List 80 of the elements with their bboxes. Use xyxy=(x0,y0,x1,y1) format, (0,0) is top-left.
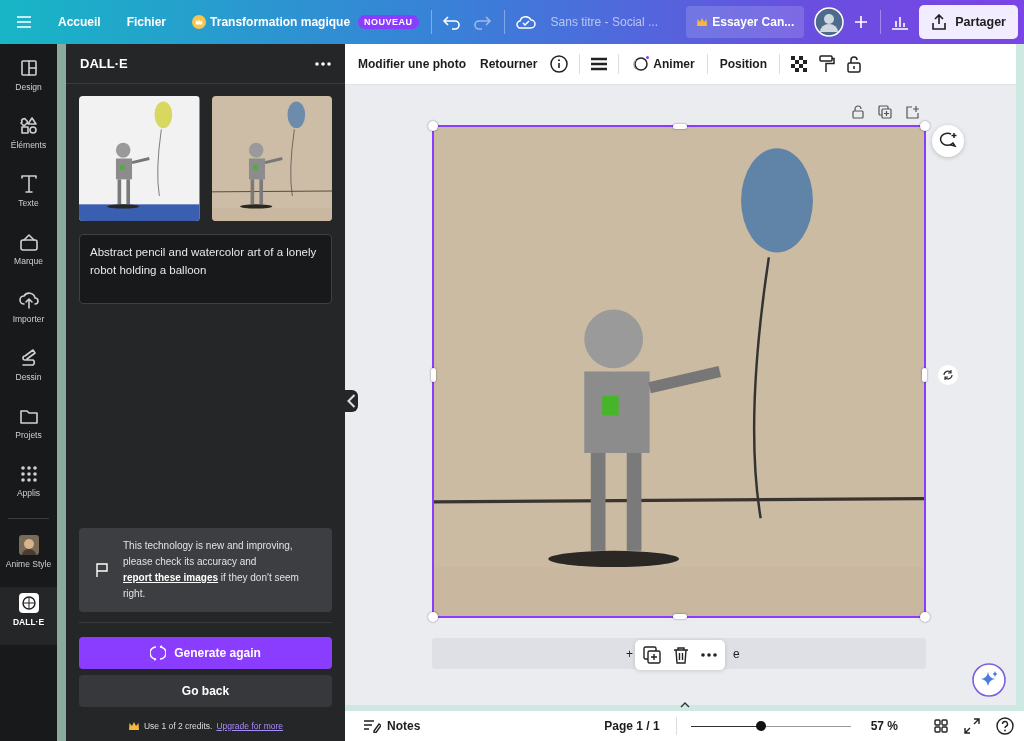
rail-item[interactable]: Texte xyxy=(0,168,57,226)
text-icon xyxy=(18,174,39,194)
magic-link[interactable]: Transformation magique xyxy=(192,15,351,29)
upload-icon xyxy=(18,290,39,310)
rail-item[interactable]: DALL·E xyxy=(0,587,57,645)
resize-handle[interactable] xyxy=(920,612,930,622)
more-icon[interactable] xyxy=(315,61,331,66)
report-link[interactable]: report these images xyxy=(123,572,219,583)
rail-item[interactable]: Importer xyxy=(0,284,57,342)
go-back-button[interactable]: Go back xyxy=(79,675,332,707)
transparency-icon[interactable] xyxy=(791,56,807,72)
animate-icon xyxy=(631,56,650,72)
prompt-field[interactable]: Abstract pencil and watercolor art of a lonely robot holding a balloon xyxy=(79,234,332,304)
crown-icon xyxy=(127,721,140,731)
rail-item[interactable]: Éléments xyxy=(0,110,57,168)
trash-icon[interactable] xyxy=(673,646,689,664)
new-badge: NOUVEAU xyxy=(358,15,419,29)
edit-photo-button[interactable]: Modifier une photo xyxy=(351,57,473,71)
lock-icon[interactable] xyxy=(847,55,861,73)
avatar-icon[interactable] xyxy=(814,7,845,37)
undo-icon[interactable] xyxy=(441,14,462,30)
flag-icon xyxy=(95,562,109,578)
try-pro-button[interactable]: Essayer Can... xyxy=(686,6,805,38)
page-indicator[interactable]: Page 1 / 1 xyxy=(598,718,666,734)
add-page-text: + xyxy=(626,646,633,661)
crown-icon xyxy=(192,15,207,29)
flip-button[interactable]: Retourner xyxy=(473,57,545,71)
thumbnail-icon xyxy=(18,535,39,555)
share-icon xyxy=(931,14,948,30)
fullscreen-icon[interactable] xyxy=(964,718,980,734)
notes-button[interactable]: Notes xyxy=(357,718,427,734)
comment-add-icon[interactable] xyxy=(932,125,964,157)
crown-icon xyxy=(696,17,709,27)
rail-item[interactable]: Applis xyxy=(0,458,57,516)
zoom-percent[interactable]: 57 % xyxy=(870,719,898,733)
resize-handle[interactable] xyxy=(920,121,930,131)
position-button[interactable]: Position xyxy=(712,57,774,71)
add-page-text: e xyxy=(733,646,740,661)
notice-text: This technology is new and improving, please check its accuracy and report these images if they don't seem right. xyxy=(123,539,300,601)
notes-icon xyxy=(363,719,381,733)
rail-item[interactable]: Marque xyxy=(0,226,57,284)
resize-handle[interactable] xyxy=(428,121,438,131)
add-page-icon[interactable] xyxy=(906,105,920,119)
shapes-icon xyxy=(18,116,39,136)
grid-view-icon[interactable] xyxy=(934,719,948,733)
duplicate-icon[interactable] xyxy=(643,646,661,664)
resize-handle[interactable] xyxy=(673,124,687,129)
help-icon[interactable] xyxy=(996,717,1014,735)
animate-button[interactable]: Animer xyxy=(624,56,702,72)
credits-text: Use 1 of 2 credits. xyxy=(143,721,213,731)
rail-item[interactable]: Projets xyxy=(0,400,57,458)
redo-icon xyxy=(471,14,492,30)
rail-item[interactable]: Anime Style xyxy=(0,529,57,587)
resize-handle[interactable] xyxy=(673,614,687,619)
layout-icon xyxy=(18,58,39,78)
info-icon[interactable] xyxy=(550,55,569,73)
upgrade-link[interactable]: Upgrade for more xyxy=(216,721,284,731)
paint-roller-icon[interactable] xyxy=(819,55,835,73)
cloud-check-icon[interactable] xyxy=(514,14,537,30)
chevron-left-icon[interactable] xyxy=(345,390,358,412)
resize-handle[interactable] xyxy=(922,368,927,382)
plus-icon[interactable] xyxy=(854,15,869,29)
rotate-icon[interactable] xyxy=(938,365,958,385)
apps-icon xyxy=(18,464,39,484)
add-page-bar[interactable]: + e xyxy=(432,638,926,669)
rail-item[interactable]: Design xyxy=(0,52,57,110)
more-icon[interactable] xyxy=(701,653,717,657)
share-button[interactable]: Partager xyxy=(919,5,1018,39)
unlock-icon[interactable] xyxy=(852,105,864,119)
generate-again-button[interactable]: Generate again xyxy=(79,637,332,669)
resize-handle[interactable] xyxy=(431,368,436,382)
panel-title: DALL·E xyxy=(80,56,128,71)
bar-chart-icon[interactable] xyxy=(891,14,910,30)
duplicate-icon[interactable] xyxy=(878,105,892,119)
briefcase-icon xyxy=(18,232,39,252)
magic-sparkle-icon[interactable] xyxy=(972,663,1006,697)
resize-handle[interactable] xyxy=(428,612,438,622)
refresh-icon xyxy=(150,645,167,661)
rail-item[interactable]: Dessin xyxy=(0,342,57,400)
border-lines-icon[interactable] xyxy=(591,57,608,71)
